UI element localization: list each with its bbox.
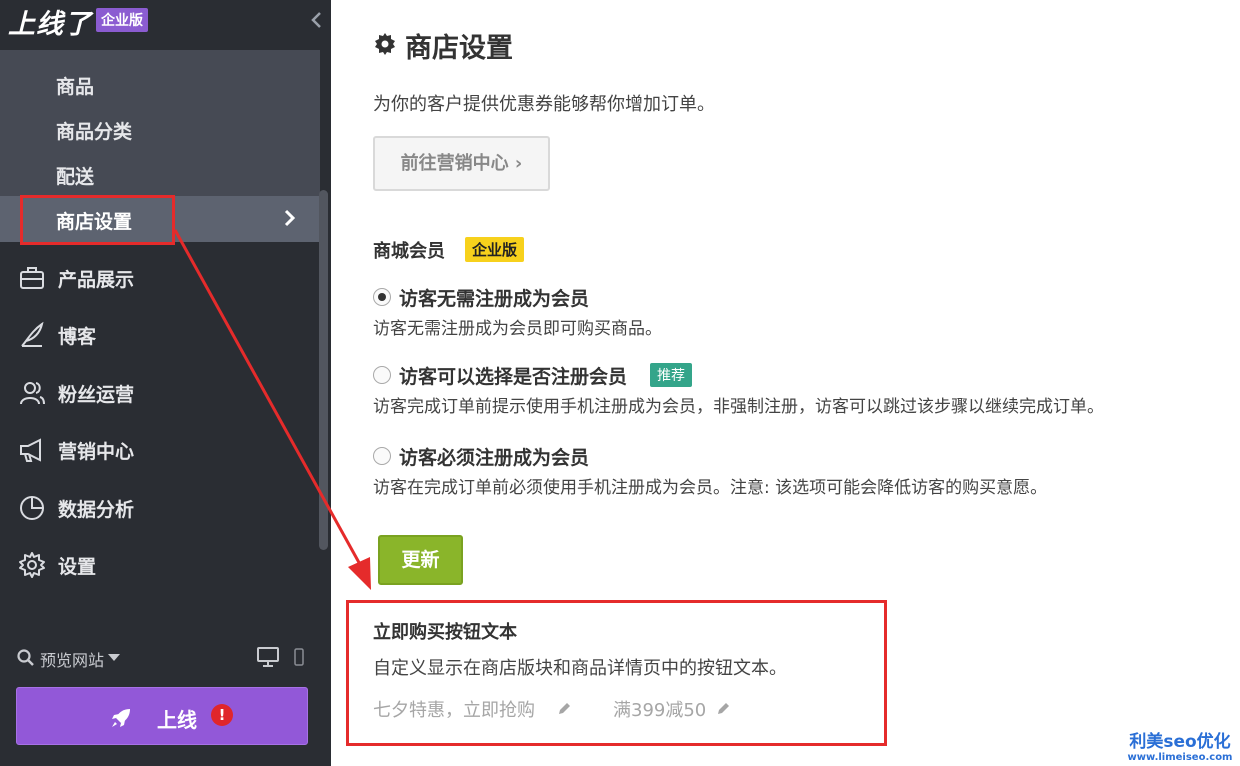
radio-must-register[interactable]: [373, 447, 391, 465]
annotation-box-store-settings: [20, 195, 175, 245]
rocket-icon: [112, 709, 130, 727]
watermark-title: 利美seo优化: [1129, 732, 1231, 752]
gear-icon: [375, 33, 395, 55]
sidebar-item-label: 粉丝运营: [58, 384, 135, 406]
option-label: 访客无需注册成为会员: [399, 288, 590, 310]
option-label: 访客必须注册成为会员: [399, 447, 590, 469]
radio-optional-register[interactable]: [373, 366, 391, 384]
megaphone-icon: [20, 438, 41, 462]
sidebar-item-label: 设置: [58, 556, 97, 578]
watermark: 利美seo优化 www.limeiseo.com: [1120, 727, 1240, 763]
member-section-header: 商城会员 企业版: [373, 237, 525, 265]
sidebar-item-blog[interactable]: 博客: [18, 317, 308, 353]
logo: 上线了: [8, 9, 92, 40]
sidebar-item-products-showcase[interactable]: 产品展示: [18, 260, 308, 296]
edition-badge: 企业版: [96, 8, 148, 32]
chevron-right-icon: [284, 209, 296, 227]
sidebar-scrollbar[interactable]: [319, 190, 328, 550]
chevron-left-icon[interactable]: [308, 10, 324, 30]
page-title: 商店设置: [405, 33, 513, 64]
member-section-title: 商城会员: [373, 241, 445, 262]
coupon-intro-text: 为你的客户提供优惠券能够帮你增加订单。: [373, 94, 715, 115]
app-window: 上线了 企业版 商品 商品分类 配送 商店设置 产品展示 博客 粉丝运营 营销中…: [0, 0, 1240, 766]
logo-row: 上线了 企业版: [0, 0, 331, 48]
update-button[interactable]: 更新: [378, 535, 463, 585]
briefcase-icon: [20, 267, 44, 289]
sidebar-item-marketing[interactable]: 营销中心: [18, 432, 308, 468]
sidebar-item-analytics[interactable]: 数据分析: [18, 490, 308, 526]
sidebar-item-label: 产品展示: [58, 269, 135, 291]
submenu-item-categories[interactable]: 商品分类: [56, 117, 132, 144]
sidebar-item-label: 数据分析: [58, 499, 135, 521]
option-label: 访客可以选择是否注册会员: [399, 366, 628, 388]
gear-icon: [19, 552, 45, 578]
publish-button[interactable]: 上线 !: [16, 687, 308, 745]
goto-marketing-button[interactable]: 前往营销中心 ›: [373, 136, 550, 191]
recommended-badge: 推荐: [650, 363, 692, 387]
annotation-box-buy-button: [346, 600, 887, 746]
enterprise-badge: 企业版: [465, 237, 525, 262]
submenu-item-products[interactable]: 商品: [56, 72, 94, 99]
radio-no-register[interactable]: [373, 288, 391, 306]
preview-site-link[interactable]: 预览网站: [40, 647, 104, 671]
desktop-icon[interactable]: [256, 646, 280, 668]
pie-chart-icon: [20, 496, 44, 520]
mobile-icon[interactable]: [294, 648, 304, 666]
sidebar-item-label: 博客: [58, 326, 97, 348]
submenu-item-shipping[interactable]: 配送: [56, 162, 94, 189]
alert-badge: !: [211, 704, 233, 726]
quill-icon: [21, 321, 44, 347]
option-description: 访客无需注册成为会员即可购买商品。: [373, 319, 662, 339]
option-description: 访客完成订单前提示使用手机注册成为会员，非强制注册，访客可以跳过该步骤以继续完成…: [373, 397, 1104, 417]
caret-down-icon[interactable]: [108, 654, 120, 661]
users-icon: [20, 382, 45, 405]
sidebar-item-settings[interactable]: 设置: [18, 547, 308, 583]
search-icon: [17, 649, 34, 666]
sidebar: 上线了 企业版 商品 商品分类 配送 商店设置 产品展示 博客 粉丝运营 营销中…: [0, 0, 331, 766]
option-description: 访客在完成订单前必须使用手机注册成为会员。注意: 该选项可能会降低访客的购买意愿…: [373, 478, 1048, 498]
watermark-url: www.limeiseo.com: [1127, 752, 1233, 763]
preview-site-row: 预览网站: [16, 644, 311, 672]
publish-label: 上线: [157, 708, 197, 732]
sidebar-item-fans[interactable]: 粉丝运营: [18, 375, 308, 411]
sidebar-item-label: 营销中心: [58, 441, 135, 463]
